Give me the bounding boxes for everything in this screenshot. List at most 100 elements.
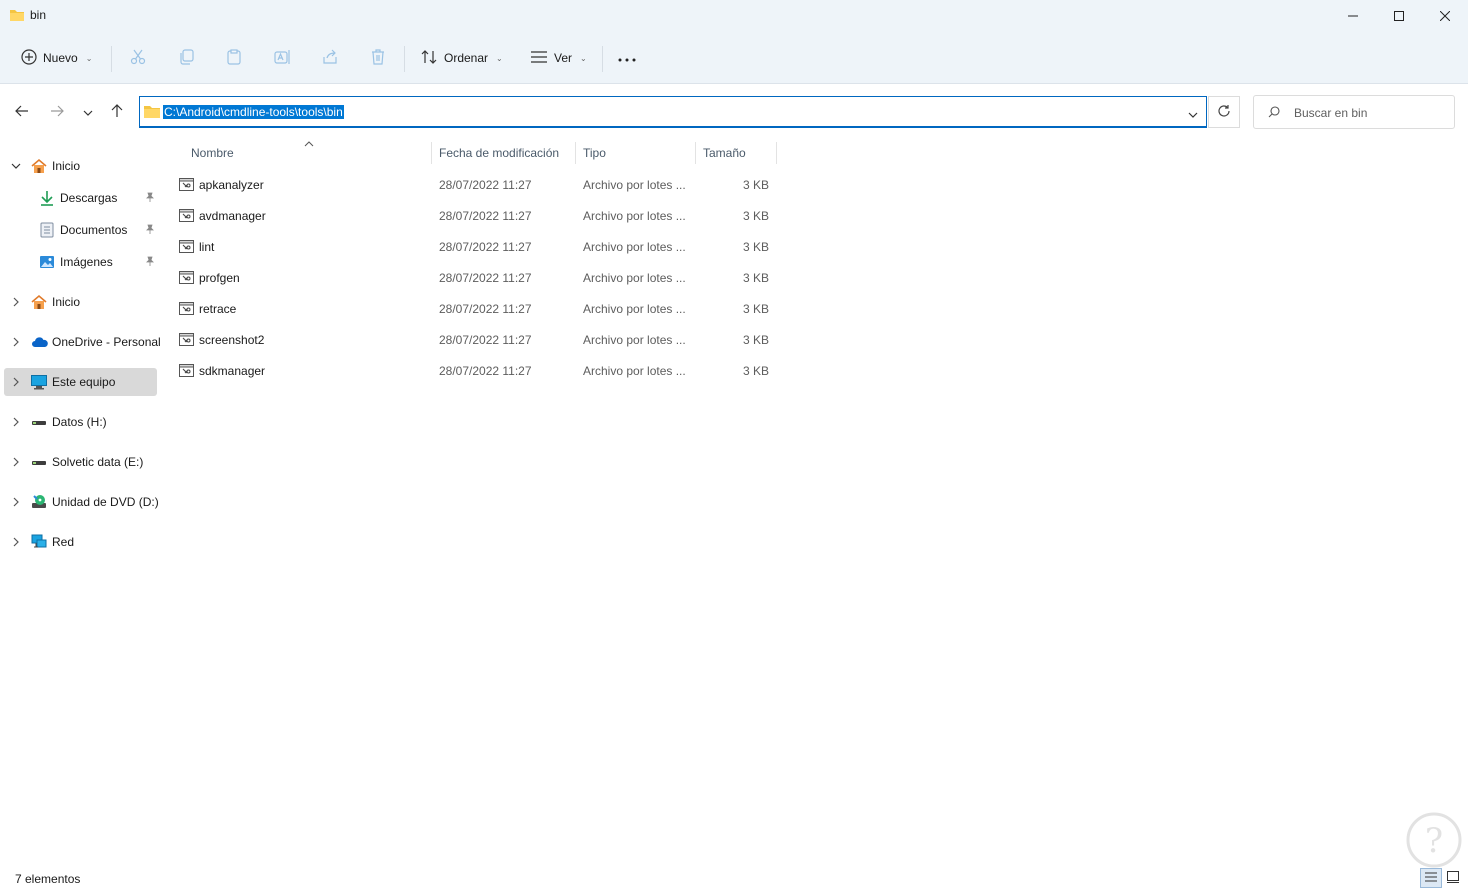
sidebar-item-datos-h[interactable]: Datos (H:) xyxy=(4,408,157,436)
sidebar-item-label: Red xyxy=(52,535,75,549)
file-type: Archivo por lotes ... xyxy=(583,333,686,347)
sort-button[interactable]: Ordenar ⌄ xyxy=(420,44,503,72)
file-size: 3 KB xyxy=(742,240,769,254)
chevron-right-icon[interactable] xyxy=(10,335,22,349)
new-label: Nuevo xyxy=(43,51,78,65)
chevron-right-icon[interactable] xyxy=(10,375,22,389)
tiles-view-icon xyxy=(1447,870,1459,886)
batch-file-icon xyxy=(179,302,194,318)
arrow-right-icon xyxy=(50,105,64,120)
file-name: sdkmanager xyxy=(199,364,266,378)
navigation-pane: Inicio Descargas Documentos Imágenes Ini… xyxy=(0,140,161,860)
sidebar-item-label: Inicio xyxy=(52,159,81,173)
column-divider[interactable] xyxy=(776,142,777,164)
share-button[interactable] xyxy=(322,44,338,72)
file-type: Archivo por lotes ... xyxy=(583,302,686,316)
chevron-right-icon[interactable] xyxy=(10,415,22,429)
rename-button[interactable] xyxy=(274,44,290,72)
sidebar-item-label: Descargas xyxy=(60,191,118,205)
sidebar-item-documentos[interactable]: Documentos xyxy=(4,216,157,244)
up-button[interactable] xyxy=(105,100,129,124)
more-options-button[interactable] xyxy=(618,44,636,72)
column-header-date[interactable]: Fecha de modificación xyxy=(439,140,574,166)
sidebar-item-label: Unidad de DVD (D:) xyxy=(52,495,159,509)
sort-label: Ordenar xyxy=(444,51,489,65)
sidebar-item-dvd-d[interactable]: Unidad de DVD (D:) xyxy=(4,488,159,516)
drive-icon xyxy=(31,454,47,470)
toolbar-divider xyxy=(404,46,405,72)
chevron-down-icon[interactable] xyxy=(10,159,22,173)
file-name: avdmanager xyxy=(199,209,266,223)
view-toggle xyxy=(1420,868,1464,888)
address-path[interactable]: C:\Android\cmdline-tools\tools\bin xyxy=(163,105,344,119)
toolbar-divider xyxy=(111,46,112,72)
chevron-down-icon[interactable] xyxy=(1188,107,1198,121)
chevron-right-icon[interactable] xyxy=(10,455,22,469)
recent-locations-button[interactable] xyxy=(76,100,100,124)
close-button[interactable] xyxy=(1422,0,1468,32)
address-bar[interactable]: C:\Android\cmdline-tools\tools\bin xyxy=(139,96,1207,128)
dvd-icon xyxy=(31,494,47,510)
documents-icon xyxy=(39,222,55,238)
sidebar-item-label: OneDrive - Personal xyxy=(52,335,161,349)
file-date: 28/07/2022 11:27 xyxy=(439,209,532,223)
chevron-right-icon[interactable] xyxy=(10,495,22,509)
sidebar-item-este-equipo[interactable]: Este equipo xyxy=(4,368,157,396)
chevron-down-icon: ⌄ xyxy=(496,53,503,63)
search-icon xyxy=(1268,106,1280,121)
file-row[interactable]: apkanalyzer 28/07/2022 11:27 Archivo por… xyxy=(170,170,778,200)
file-row[interactable]: lint 28/07/2022 11:27 Archivo por lotes … xyxy=(170,232,778,262)
back-button[interactable] xyxy=(10,100,34,124)
column-divider[interactable] xyxy=(575,142,576,164)
file-type: Archivo por lotes ... xyxy=(583,209,686,223)
chevron-right-icon[interactable] xyxy=(10,535,22,549)
paste-button[interactable] xyxy=(226,44,242,72)
column-divider[interactable] xyxy=(695,142,696,164)
title-bar: bin xyxy=(0,0,1468,32)
column-divider[interactable] xyxy=(431,142,432,164)
tiles-view-button[interactable] xyxy=(1442,868,1464,888)
delete-icon xyxy=(370,48,386,68)
sidebar-item-label: Solvetic data (E:) xyxy=(52,455,144,469)
toolbar-divider xyxy=(602,46,603,72)
column-header-type[interactable]: Tipo xyxy=(583,140,693,166)
copy-button[interactable] xyxy=(178,44,194,72)
watermark-logo: ? xyxy=(1406,812,1462,871)
delete-button[interactable] xyxy=(370,44,386,72)
sidebar-item-red[interactable]: Red xyxy=(4,528,157,556)
plus-circle-icon xyxy=(21,48,37,68)
sidebar-item-inicio-2[interactable]: Inicio xyxy=(4,288,157,316)
sidebar-item-inicio[interactable]: Inicio xyxy=(4,152,157,180)
chevron-right-icon[interactable] xyxy=(10,295,22,309)
file-row[interactable]: sdkmanager 28/07/2022 11:27 Archivo por … xyxy=(170,356,778,386)
sidebar-item-label: Imágenes xyxy=(60,255,113,269)
new-button[interactable]: Nuevo ⌄ xyxy=(21,44,92,72)
column-header-size[interactable]: Tamaño xyxy=(703,140,773,166)
maximize-button[interactable] xyxy=(1376,0,1422,32)
column-header-name[interactable]: Nombre xyxy=(191,140,431,166)
search-placeholder: Buscar en bin xyxy=(1294,106,1368,120)
file-row[interactable]: profgen 28/07/2022 11:27 Archivo por lot… xyxy=(170,263,778,293)
batch-file-icon xyxy=(179,178,194,194)
sidebar-item-imagenes[interactable]: Imágenes xyxy=(4,248,157,276)
file-row[interactable]: retrace 28/07/2022 11:27 Archivo por lot… xyxy=(170,294,778,324)
sidebar-item-solvetic-data-e[interactable]: Solvetic data (E:) xyxy=(4,448,157,476)
file-size: 3 KB xyxy=(742,302,769,316)
sidebar-item-onedrive[interactable]: OneDrive - Personal xyxy=(4,328,161,356)
details-view-button[interactable] xyxy=(1420,868,1442,888)
view-button[interactable]: Ver ⌄ xyxy=(530,44,587,72)
refresh-button[interactable] xyxy=(1208,96,1240,128)
arrow-up-icon xyxy=(111,103,123,121)
forward-button[interactable] xyxy=(45,100,69,124)
file-type: Archivo por lotes ... xyxy=(583,364,686,378)
file-name: screenshot2 xyxy=(199,333,265,347)
paste-icon xyxy=(226,48,242,68)
file-row[interactable]: avdmanager 28/07/2022 11:27 Archivo por … xyxy=(170,201,778,231)
search-box[interactable]: Buscar en bin xyxy=(1253,95,1455,129)
pin-icon xyxy=(145,223,155,237)
minimize-button[interactable] xyxy=(1330,0,1376,32)
chevron-down-icon: ⌄ xyxy=(580,53,587,63)
cut-button[interactable] xyxy=(130,44,146,72)
sidebar-item-descargas[interactable]: Descargas xyxy=(4,184,157,212)
file-row[interactable]: screenshot2 28/07/2022 11:27 Archivo por… xyxy=(170,325,778,355)
